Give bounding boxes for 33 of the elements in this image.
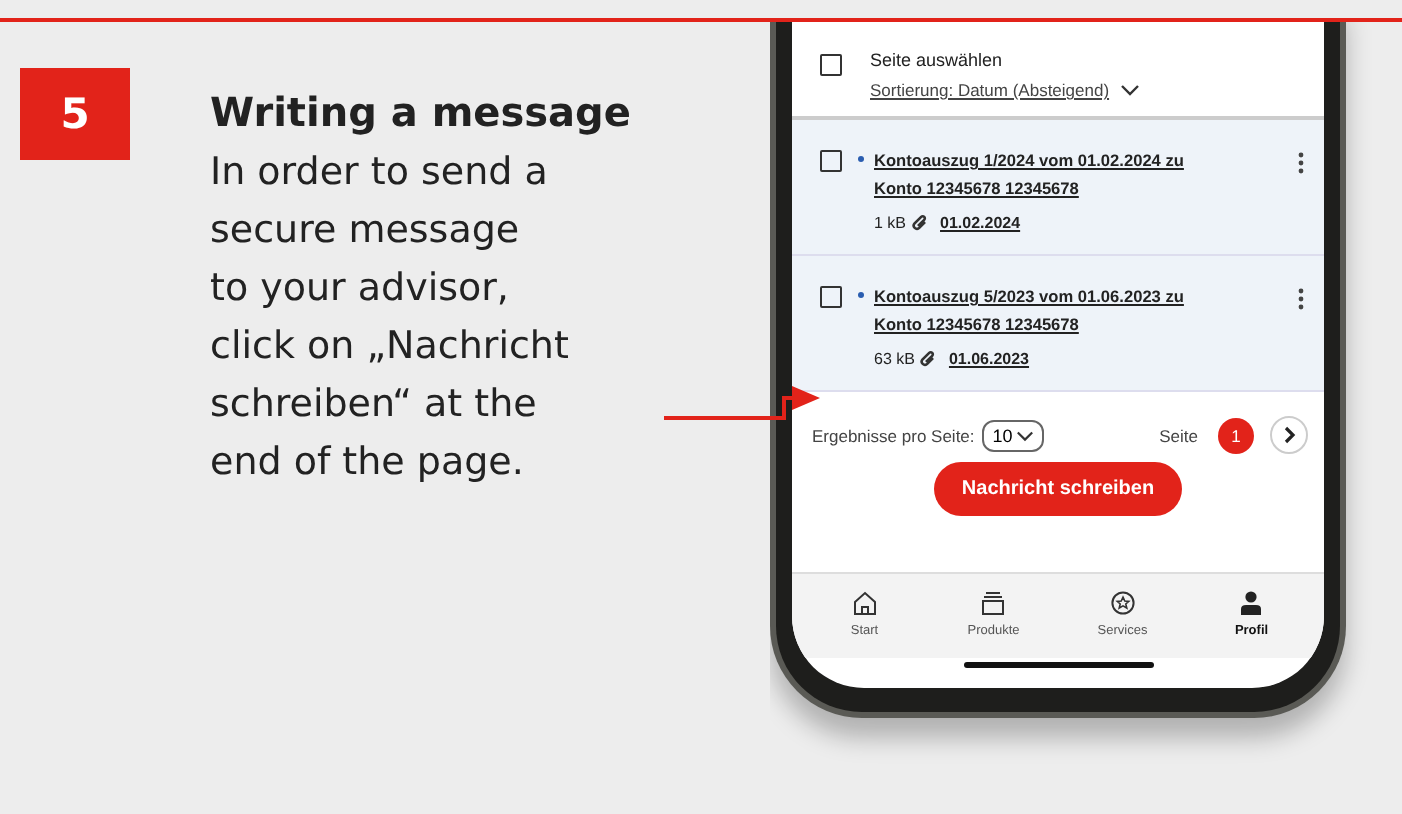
sort-link[interactable]: Sortierung: Datum (Absteigend)	[870, 80, 1110, 100]
paperclip-icon	[912, 214, 929, 232]
person-icon	[1238, 590, 1265, 616]
step-description: In order to send a secure message to your advisor, click on „Nachricht schreiben“ at the end of the page.	[210, 148, 571, 488]
step-title: Writing a message	[210, 88, 631, 136]
results-per-page-label: Ergebnisse pro Seite:	[812, 425, 975, 445]
select-all-label: Seite auswählen	[870, 50, 1005, 70]
document-link[interactable]: Kontoauszug 1/2024 vom 01.02.2024 zu Konto 12345678 12345678	[874, 146, 1234, 202]
step-number: 5	[20, 68, 130, 160]
chevron-right-icon	[1283, 426, 1295, 444]
stack-icon	[980, 590, 1007, 616]
page-label: Seite	[1159, 425, 1198, 445]
page-number-button[interactable]: 1	[1218, 417, 1254, 453]
document-date[interactable]: 01.02.2024	[940, 214, 1021, 232]
checkbox[interactable]	[820, 150, 842, 172]
page-size-dropdown[interactable]: 10	[982, 419, 1045, 451]
write-message-button[interactable]: Nachricht schreiben	[933, 462, 1183, 516]
more-options-icon[interactable]	[1298, 152, 1304, 174]
file-size: 1 kB	[874, 214, 907, 232]
more-options-icon[interactable]	[1298, 288, 1304, 310]
paperclip-icon	[920, 350, 937, 368]
next-page-button[interactable]	[1270, 416, 1308, 454]
checkbox[interactable]	[820, 286, 842, 308]
document-item[interactable]: Kontoauszug 1/2024 vom 01.02.2024 zu Konto 12345678 12345678 1 kB 01.02.2024	[792, 120, 1324, 256]
document-date[interactable]: 01.06.2023	[948, 350, 1030, 368]
file-size: 63 kB	[874, 350, 915, 368]
house-icon	[851, 590, 878, 616]
star-badge-icon	[1109, 590, 1136, 616]
checkbox[interactable]	[820, 54, 842, 76]
document-item[interactable]: Kontoauszug 5/2023 vom 01.06.2023 zu Konto 12345678 12345678 63 kB 01.06.2023	[792, 256, 1324, 392]
chevron-down-icon	[1119, 84, 1140, 96]
chevron-down-icon	[1016, 429, 1035, 441]
document-link[interactable]: Kontoauszug 5/2023 vom 01.06.2023 zu Konto 12345678 12345678	[874, 282, 1234, 338]
